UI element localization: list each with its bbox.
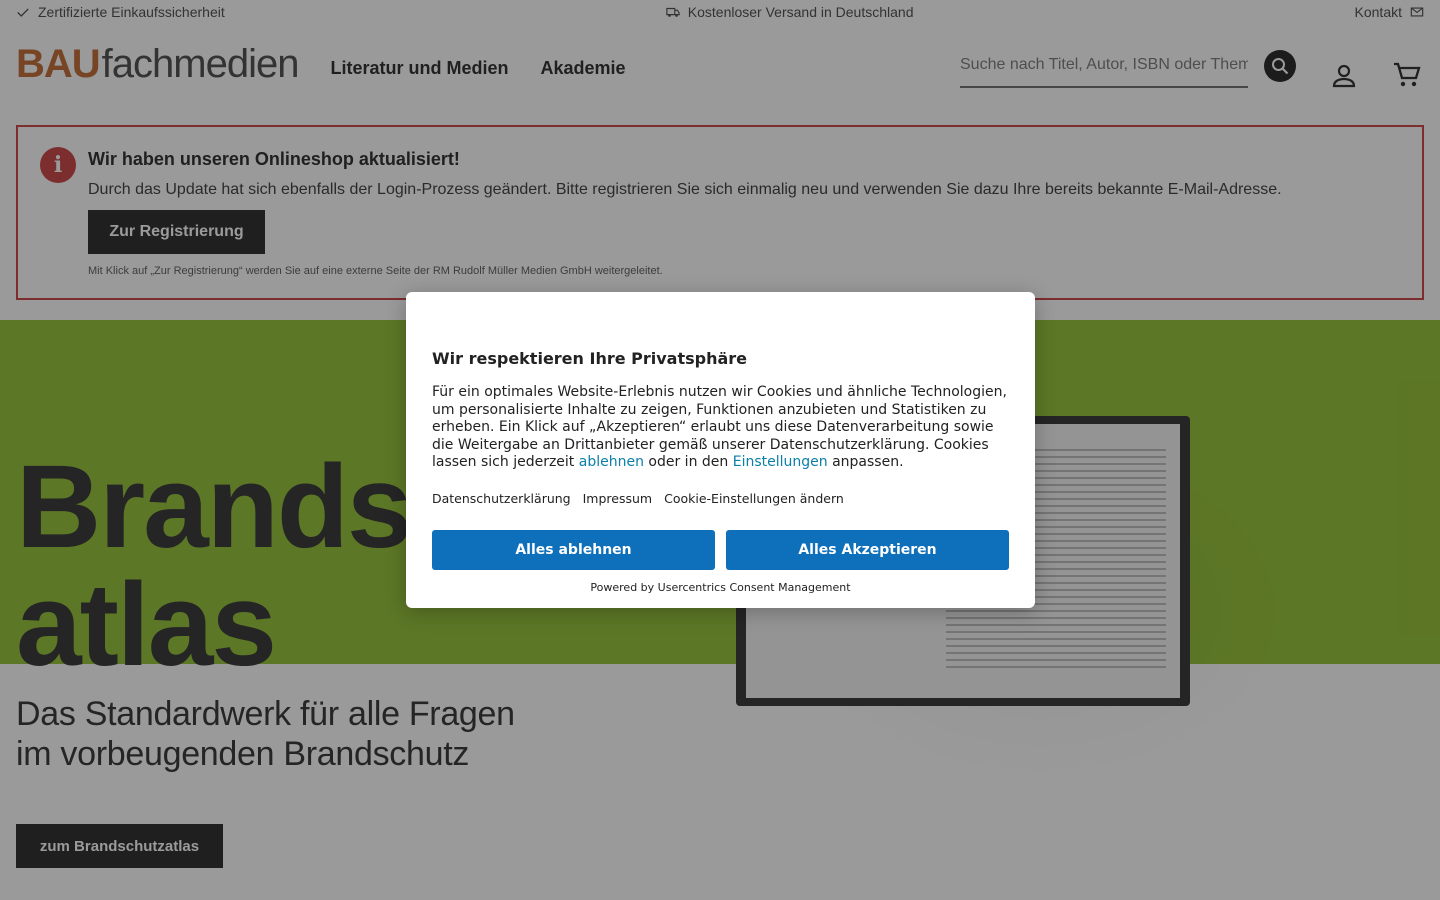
consent-links: Datenschutzerklärung Impressum Cookie-Ei… xyxy=(432,491,844,506)
consent-body-mid: oder in den xyxy=(643,454,733,470)
cookie-settings-link[interactable]: Cookie-Einstellungen ändern xyxy=(664,491,844,506)
powered-by: Powered by Usercentrics Consent Manageme… xyxy=(590,581,851,594)
imprint-link[interactable]: Impressum xyxy=(583,491,652,506)
consent-dialog: Wir respektieren Ihre Privatsphäre Für e… xyxy=(406,292,1035,608)
deny-link[interactable]: ablehnen xyxy=(579,454,644,470)
consent-title: Wir respektieren Ihre Privatsphäre xyxy=(432,349,748,368)
consent-body: Für ein optimales Website-Erlebnis nutze… xyxy=(432,384,1012,472)
settings-link[interactable]: Einstellungen xyxy=(733,454,828,470)
privacy-policy-link[interactable]: Datenschutzerklärung xyxy=(432,491,571,506)
deny-all-button[interactable]: Alles ablehnen xyxy=(432,530,715,570)
accept-all-button[interactable]: Alles Akzeptieren xyxy=(726,530,1009,570)
consent-body-post: anpassen. xyxy=(827,454,904,470)
